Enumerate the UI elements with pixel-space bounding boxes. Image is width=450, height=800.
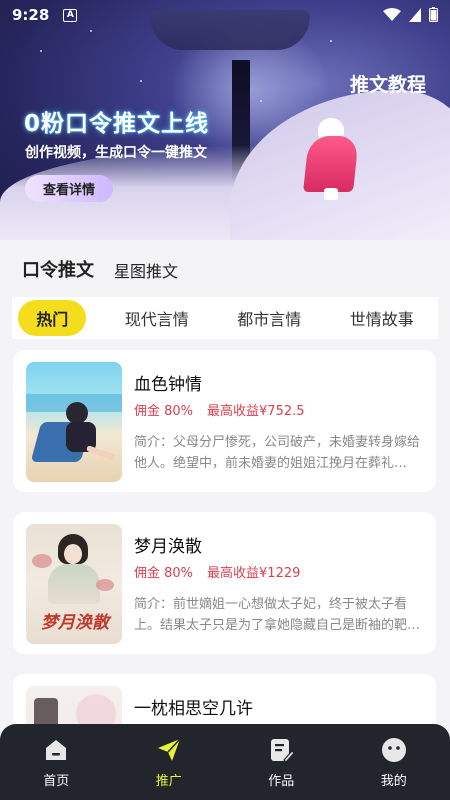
nav-label: 作品 <box>268 773 295 789</box>
book-title: 梦月涣散 <box>134 537 202 557</box>
book-title: 血色钟情 <box>134 375 202 395</box>
promo-banner[interactable]: 0粉口令推文上线 创作视频，生成口令一键推文 查看详情 推文教程 <box>0 0 450 240</box>
status-icons <box>383 7 438 22</box>
edit-doc-icon <box>271 738 296 763</box>
character-cape <box>303 136 359 192</box>
status-bar: 9:28 A <box>0 0 450 30</box>
category-urban-romance[interactable]: 都市言情 <box>213 306 326 330</box>
cover-character-head <box>66 402 88 424</box>
book-description: 简介：父母分尸惨死，公司破产，未婚妻转身嫁给他人。绝望中，前未婚妻的姐姐江挽月在… <box>134 435 421 471</box>
nav-label: 推广 <box>155 773 182 789</box>
battery-icon <box>429 7 438 22</box>
status-time: 9:28 <box>12 6 50 24</box>
nav-label: 首页 <box>43 773 70 789</box>
nav-promote[interactable]: 推广 <box>113 724 226 800</box>
cover-flower <box>96 579 114 591</box>
banner-character <box>302 118 360 200</box>
category-modern-romance[interactable]: 现代言情 <box>100 306 213 330</box>
nav-home[interactable]: 首页 <box>0 724 113 800</box>
banner-star <box>140 80 142 82</box>
home-icon <box>46 739 67 760</box>
commission-rate: 佣金 80% <box>134 404 194 419</box>
cover-title-text: 梦月涣散 <box>41 613 109 633</box>
view-details-button[interactable]: 查看详情 <box>25 175 113 202</box>
notification-icon: A <box>63 8 78 22</box>
commission-rate: 佣金 80% <box>134 566 194 581</box>
banner-subtitle: 创作视频，生成口令一键推文 <box>25 145 207 161</box>
book-card[interactable]: 血色钟情 佣金 80% 最高收益¥752.5 简介：父母分尸惨死，公司破产，未婚妻… <box>13 350 436 492</box>
tab-label: 口令推文 <box>22 260 94 281</box>
max-earning: 最高收益¥1229 <box>207 566 301 581</box>
nav-works[interactable]: 作品 <box>225 724 338 800</box>
category-hot[interactable]: 热门 <box>18 300 87 336</box>
banner-star <box>330 40 332 42</box>
banner-title: 0粉口令推文上线 <box>24 111 210 137</box>
book-cover: 梦月涣散 <box>26 524 122 644</box>
tab-xingtu-promo[interactable]: 星图推文 <box>114 258 178 282</box>
signal-icon <box>409 7 421 22</box>
profile-icon <box>381 737 406 762</box>
category-bar: 热门 现代言情 都市言情 世情故事 <box>12 297 438 339</box>
tab-label: 星图推文 <box>114 262 179 281</box>
book-cover <box>26 362 122 482</box>
main-content: 口令推文 星图推文 热门 现代言情 都市言情 世情故事 血色钟情 佣金 80% 最… <box>0 240 450 800</box>
tab-password-promo[interactable]: 口令推文 <box>22 256 94 284</box>
banner-star <box>90 30 92 32</box>
character-legs <box>324 188 338 200</box>
book-earning: 佣金 80% 最高收益¥1229 <box>134 562 300 581</box>
cover-character-legs <box>85 445 117 461</box>
book-description: 简介：前世嫡姐一心想做太子妃，终于被太子看上。结果太子只是为了拿她隐藏自己是断袖… <box>134 597 421 633</box>
book-earning: 佣金 80% 最高收益¥752.5 <box>134 400 305 419</box>
book-card[interactable]: 梦月涣散 梦月涣散 佣金 80% 最高收益¥1229 简介：前世嫡姐一心想做太子妃… <box>13 512 436 654</box>
cover-flower <box>32 554 52 568</box>
nav-label: 我的 <box>380 773 407 789</box>
banner-star <box>40 50 42 52</box>
nav-profile[interactable]: 我的 <box>338 724 450 800</box>
cover-character-robe <box>48 564 100 604</box>
mode-tabs: 口令推文 星图推文 <box>22 256 178 284</box>
tutorial-link[interactable]: 推文教程 <box>350 70 426 97</box>
max-earning: 最高收益¥752.5 <box>207 404 305 419</box>
wifi-icon <box>383 7 401 21</box>
bottom-nav: 首页 推广 作品 我的 <box>0 724 450 800</box>
category-life-story[interactable]: 世情故事 <box>325 306 438 330</box>
send-icon <box>157 737 181 761</box>
cover-character-face <box>64 544 82 564</box>
book-title: 一枕相思空几许 <box>134 699 253 719</box>
